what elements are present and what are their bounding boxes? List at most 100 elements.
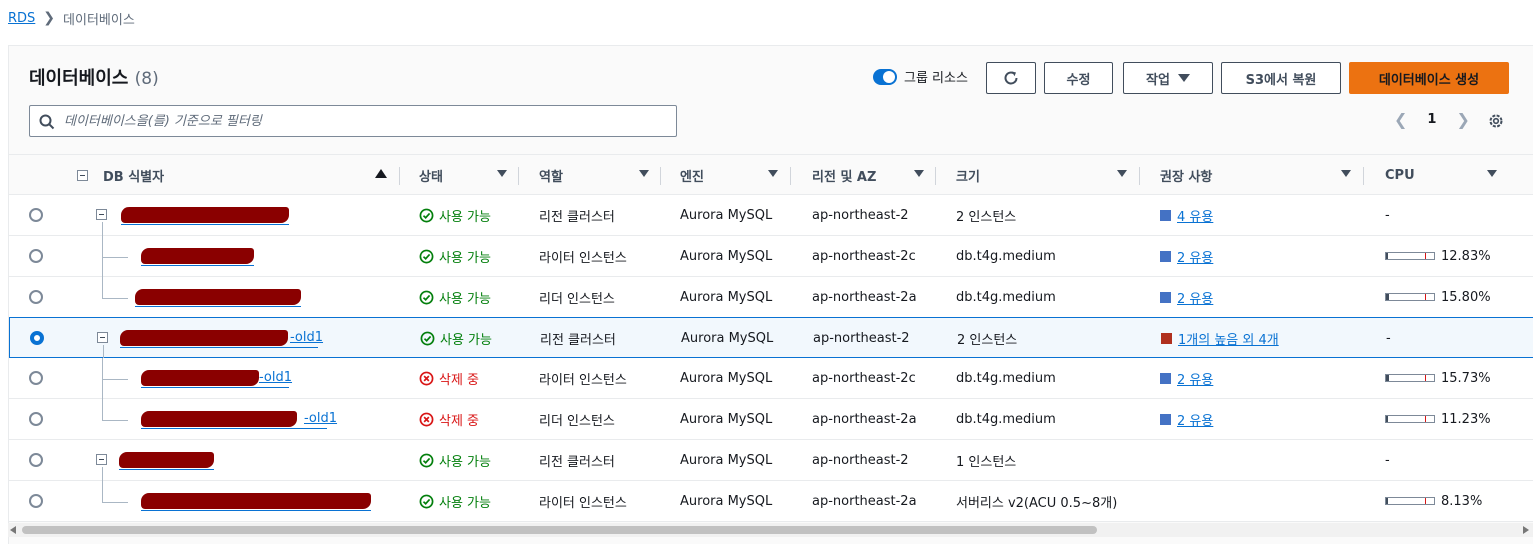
current-page[interactable]: 1 (1427, 112, 1436, 127)
scroll-left-icon[interactable] (10, 526, 16, 534)
group-resources-toggle[interactable] (873, 69, 897, 85)
row-select-radio[interactable] (30, 331, 44, 345)
cpu-value: 15.73% (1441, 370, 1491, 386)
gear-icon[interactable] (1487, 112, 1505, 130)
engine-cell: Aurora MySQL (680, 248, 773, 264)
column-header-cpu[interactable]: CPU (1385, 155, 1509, 195)
actions-label: 작업 (1146, 72, 1170, 88)
tree-line (102, 399, 103, 420)
scrollbar-thumb[interactable] (22, 526, 1097, 534)
table-row[interactable]: 사용 가능 리더 인스턴스 Aurora MySQL ap-northeast-2a d… (9, 277, 1533, 318)
recommendation-cell[interactable]: 4 유용 (1160, 195, 1213, 235)
actions-button[interactable]: 작업 (1123, 62, 1213, 94)
role-cell: 리전 클러스터 (540, 332, 616, 348)
recommendation-cell[interactable]: 1개의 높음 외 4개 (1161, 318, 1279, 358)
db-identifier-link[interactable]: -old1 (259, 370, 292, 385)
scroll-right-icon[interactable] (1523, 526, 1529, 534)
row-select-radio[interactable] (29, 208, 43, 222)
db-identifier-link[interactable]: -old1 (304, 411, 337, 426)
row-select-radio[interactable] (29, 290, 43, 304)
redacted-identifier[interactable] (119, 452, 214, 468)
table-row[interactable]: 사용 가능 라이터 인스턴스 Aurora MySQL ap-northeast-2c… (9, 236, 1533, 277)
refresh-button[interactable] (986, 62, 1036, 94)
column-divider (1363, 167, 1364, 185)
column-header-recommendation[interactable]: 권장 사항 (1160, 155, 1363, 195)
filter-field[interactable] (29, 105, 677, 137)
table-row[interactable]: -old1 사용 가능 리전 클러스터 Aurora MySQL ap-northeas… (9, 317, 1533, 359)
cpu-cell: 15.73% (1385, 358, 1491, 398)
recommendation-link[interactable]: 2 유용 (1177, 369, 1213, 388)
column-label-recommendation: 권장 사항 (1160, 169, 1213, 185)
redacted-identifier[interactable] (121, 207, 289, 223)
redacted-identifier[interactable] (135, 289, 301, 305)
previous-page-icon[interactable]: ❮ (1394, 110, 1407, 129)
column-label-role: 역할 (539, 169, 563, 185)
recommendation-cell[interactable]: 2 유용 (1160, 399, 1213, 439)
identifier-underline (141, 387, 289, 388)
redacted-identifier[interactable] (120, 330, 288, 346)
row-select-radio[interactable] (29, 494, 43, 508)
recommendation-square-icon (1160, 291, 1171, 303)
tree-line (102, 222, 103, 236)
collapse-icon[interactable] (97, 332, 108, 343)
recommendation-cell[interactable]: 2 유용 (1160, 277, 1213, 317)
recommendation-link[interactable]: 2 유용 (1177, 247, 1213, 266)
cpu-cell: - (1385, 207, 1390, 223)
redacted-identifier[interactable] (141, 248, 254, 264)
row-select-radio[interactable] (29, 249, 43, 263)
engine-cell: Aurora MySQL (680, 289, 773, 305)
table-row[interactable]: 사용 가능 라이터 인스턴스 Aurora MySQL ap-northeast-2a… (9, 481, 1533, 522)
role-cell: 리더 인스턴스 (539, 413, 615, 429)
column-header-size[interactable]: 크기 (956, 155, 1139, 195)
create-database-button[interactable]: 데이터베이스 생성 (1349, 62, 1509, 94)
collapse-icon[interactable] (96, 209, 107, 220)
column-header-region[interactable]: 리전 및 AZ (812, 155, 936, 195)
recommendation-link[interactable]: 2 유용 (1177, 288, 1213, 307)
column-header-role[interactable]: 역할 (539, 155, 661, 195)
next-page-icon[interactable]: ❯ (1456, 110, 1469, 129)
caret-down-icon (1177, 74, 1190, 82)
cpu-bar-fill (1386, 294, 1390, 300)
recommendation-link[interactable]: 1개의 높음 외 4개 (1178, 329, 1279, 348)
tree-line (102, 481, 103, 502)
role-cell: 라이터 인스턴스 (539, 250, 627, 266)
horizontal-scrollbar[interactable] (8, 523, 1533, 537)
table-row[interactable]: 사용 가능 리전 클러스터 Aurora MySQL ap-northeast-2 2 … (9, 195, 1533, 236)
modify-button[interactable]: 수정 (1044, 62, 1113, 94)
identifier-underline (141, 265, 254, 266)
collapse-icon[interactable] (96, 454, 107, 465)
recommendation-cell[interactable]: 2 유용 (1160, 358, 1213, 398)
recommendation-cell[interactable]: 2 유용 (1160, 236, 1213, 276)
recommendation-square-icon (1160, 209, 1171, 221)
recommendation-link[interactable]: 2 유용 (1177, 410, 1213, 429)
table-row[interactable]: -old1 삭제 중 리더 인스턴스 Aurora MySQL ap-northeast… (9, 399, 1533, 440)
row-select-radio[interactable] (29, 453, 43, 467)
redacted-identifier[interactable] (141, 411, 297, 427)
filter-input[interactable] (62, 112, 662, 130)
status-badge: 사용 가능 (419, 277, 491, 317)
restore-from-s3-button[interactable]: S3에서 복원 (1221, 62, 1341, 94)
column-header-status[interactable]: 상태 (419, 155, 519, 195)
column-header-engine[interactable]: 엔진 (680, 155, 790, 195)
region-cell: ap-northeast-2a (812, 411, 917, 427)
row-select-radio[interactable] (29, 371, 43, 385)
cpu-value: 15.80% (1441, 289, 1491, 305)
cpu-bar-fill (1386, 498, 1388, 504)
identifier-underline (121, 224, 289, 225)
redacted-identifier[interactable] (141, 370, 259, 386)
table-row[interactable]: 사용 가능 리전 클러스터 Aurora MySQL ap-northeast-2 1 … (9, 440, 1533, 481)
status-deleting-icon (419, 371, 434, 385)
column-divider (399, 167, 400, 185)
collapse-all-icon[interactable] (77, 170, 88, 181)
row-select-radio[interactable] (29, 412, 43, 426)
recommendation-link[interactable]: 4 유용 (1177, 206, 1213, 225)
db-identifier-link[interactable]: -old1 (290, 330, 323, 345)
breadcrumb-rds-link[interactable]: RDS (8, 11, 35, 26)
column-header-id[interactable]: DB 식별자 (103, 155, 399, 195)
size-cell: db.t4g.medium (956, 370, 1056, 386)
table-row[interactable]: -old1 삭제 중 라이터 인스턴스 Aurora MySQL ap-northeas… (9, 358, 1533, 399)
cpu-bar (1385, 374, 1435, 382)
panel-title-text: 데이터베이스 (29, 68, 129, 89)
redacted-identifier[interactable] (141, 493, 371, 509)
role-cell: 리전 클러스터 (539, 454, 615, 470)
